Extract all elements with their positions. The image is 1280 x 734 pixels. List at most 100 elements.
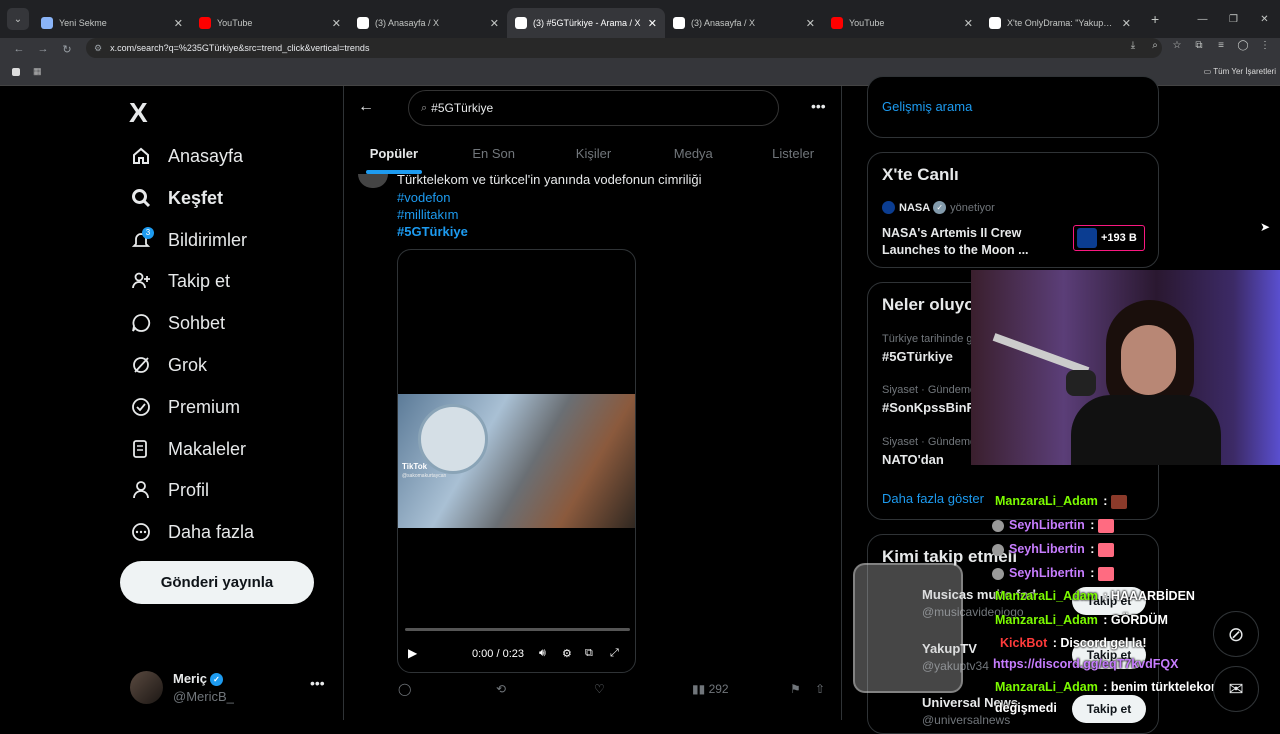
hashtag-link[interactable]: #millitakım bbox=[397, 207, 458, 222]
sidebar-item-sohbet[interactable]: Sohbet bbox=[130, 308, 225, 338]
live-listeners[interactable]: +193 B bbox=[1073, 225, 1145, 251]
search-tab[interactable]: En Son bbox=[444, 138, 544, 174]
back-arrow-icon[interactable]: ← bbox=[358, 98, 374, 116]
browser-tab[interactable]: (3) #5GTürkiye - Arama / X ✕ bbox=[507, 8, 665, 38]
settings-icon[interactable]: ⚙ bbox=[562, 647, 572, 660]
tab-close-icon[interactable]: ✕ bbox=[490, 17, 499, 30]
browser-tab[interactable]: YouTube ✕ bbox=[823, 8, 981, 38]
follow-icon bbox=[130, 270, 152, 292]
browser-tab[interactable]: (3) Anasayfa / X ✕ bbox=[665, 8, 823, 38]
chat-message: ManzaraLi_Adam : bbox=[995, 494, 1127, 509]
zoom-icon[interactable]: ⌕ bbox=[1144, 40, 1166, 51]
grok-float-button[interactable]: ⊘ bbox=[1213, 611, 1259, 657]
account-switcher[interactable]: Meriç ✓ @MericB_ ••• bbox=[130, 671, 330, 707]
search-tab[interactable]: Kişiler bbox=[544, 138, 644, 174]
search-tab[interactable]: Medya bbox=[643, 138, 743, 174]
chat-emote-icon bbox=[1097, 566, 1114, 581]
pip-icon[interactable]: ⧉ bbox=[585, 647, 593, 660]
chat-text: değişmedi bbox=[995, 701, 1057, 715]
chat-message: SeyhLibertin : bbox=[992, 542, 1114, 557]
trend-name[interactable]: #SonKpssBinR bbox=[882, 400, 976, 415]
tab-close-icon[interactable]: ✕ bbox=[174, 17, 183, 30]
live-stream-title[interactable]: NASA's Artemis II Crew Launches to the M… bbox=[882, 225, 1052, 259]
trend-name[interactable]: NATO'dan bbox=[882, 452, 944, 467]
chat-username: SeyhLibertin bbox=[1009, 518, 1085, 532]
search-options-icon[interactable]: ••• bbox=[811, 98, 826, 114]
volume-icon[interactable]: 🔊︎ bbox=[539, 647, 546, 660]
bookmark-icon[interactable]: ⚑ bbox=[790, 682, 801, 696]
browser-tab[interactable]: YouTube ✕ bbox=[191, 8, 349, 38]
play-icon[interactable]: ▶ bbox=[408, 646, 417, 660]
install-icon[interactable]: ⤓ bbox=[1122, 40, 1144, 51]
views-button[interactable]: ▮▮ 292 bbox=[692, 682, 729, 696]
tab-favicon-icon bbox=[831, 17, 843, 29]
extensions-icon[interactable]: ⧉ bbox=[1188, 40, 1210, 51]
search-icon bbox=[130, 187, 152, 209]
sidebar-item-daha-fazla[interactable]: Daha fazla bbox=[130, 517, 254, 547]
hashtag-link[interactable]: #vodefon bbox=[397, 190, 451, 205]
bookmark-app-icon[interactable] bbox=[12, 68, 20, 76]
sidebar-item-bildirimler[interactable]: 3 Bildirimler bbox=[130, 225, 247, 255]
search-input[interactable]: ⌕ #5GTürkiye bbox=[408, 90, 779, 126]
site-info-icon[interactable]: ⚙ bbox=[94, 43, 102, 54]
browser-tab[interactable]: X'te OnlyDrama: "YakupTV, ken ✕ bbox=[981, 8, 1139, 38]
sidebar-item-label: Anasayfa bbox=[168, 145, 244, 166]
search-tab[interactable]: Popüler bbox=[344, 138, 444, 174]
browser-tab[interactable]: (3) Anasayfa / X ✕ bbox=[349, 8, 507, 38]
forward-icon[interactable]: → bbox=[31, 43, 55, 55]
restore-icon[interactable]: ❐ bbox=[1218, 14, 1249, 25]
tab-close-icon[interactable]: ✕ bbox=[1122, 17, 1131, 30]
account-more-icon[interactable]: ••• bbox=[310, 675, 325, 691]
trend-name[interactable]: #5GTürkiye bbox=[882, 349, 953, 364]
sidebar-item-profil[interactable]: Profil bbox=[130, 475, 209, 505]
all-bookmarks-button[interactable]: ▭ Tüm Yer İşaretleri bbox=[1204, 67, 1276, 76]
tab-close-icon[interactable]: ✕ bbox=[648, 17, 657, 30]
sidebar-item-anasayfa[interactable]: Anasayfa bbox=[130, 141, 243, 171]
reload-icon[interactable]: ↻ bbox=[55, 43, 79, 56]
retweet-icon[interactable]: ⟲ bbox=[496, 682, 506, 696]
new-tab-button[interactable]: + bbox=[1151, 11, 1159, 27]
video-player[interactable]: TikTok @sakomakurtaycan ▶ 0:00 / 0:23 🔊︎… bbox=[397, 249, 636, 673]
follow-button[interactable]: Takip et bbox=[1072, 695, 1146, 723]
search-tab[interactable]: Listeler bbox=[743, 138, 843, 174]
tab-title: (3) #5GTürkiye - Arama / X bbox=[533, 18, 641, 28]
hashtag-link[interactable]: #5GTürkiye bbox=[397, 224, 468, 239]
back-icon[interactable]: ← bbox=[7, 43, 31, 55]
tab-close-icon[interactable]: ✕ bbox=[806, 17, 815, 30]
apps-grid-icon[interactable]: ▦ bbox=[33, 66, 43, 76]
tab-favicon-icon bbox=[673, 17, 685, 29]
tab-close-icon[interactable]: ✕ bbox=[332, 17, 341, 30]
advanced-search-link[interactable]: Gelişmiş arama bbox=[882, 99, 972, 114]
share-icon[interactable]: ⇧ bbox=[815, 682, 825, 696]
browser-menu-icon[interactable]: ⋮ bbox=[1254, 40, 1276, 51]
sidebar-item-keşfet[interactable]: Keşfet bbox=[130, 183, 223, 213]
sidebar-item-takip-et[interactable]: Takip et bbox=[130, 266, 230, 296]
post-button[interactable]: Gönderi yayınla bbox=[120, 561, 314, 604]
chat-message: SeyhLibertin : bbox=[992, 518, 1114, 533]
tab-close-icon[interactable]: ✕ bbox=[964, 17, 973, 30]
address-bar[interactable]: ⚙ x.com/search?q=%235GTürkiye&src=trend_… bbox=[86, 38, 1162, 58]
bookmark-star-icon[interactable]: ☆ bbox=[1166, 40, 1188, 51]
fullscreen-icon[interactable]: ⤢ bbox=[610, 647, 619, 660]
sidebar-item-premium[interactable]: Premium bbox=[130, 392, 240, 422]
account-name: Meriç bbox=[173, 671, 207, 686]
video-progress-bar[interactable] bbox=[405, 628, 630, 631]
close-window-icon[interactable]: ✕ bbox=[1249, 14, 1280, 25]
media-icon[interactable]: ≡ bbox=[1210, 40, 1232, 51]
browser-tab[interactable]: Yeni Sekme ✕ bbox=[33, 8, 191, 38]
video-scene bbox=[418, 404, 488, 474]
profile-avatar-icon[interactable]: ◯ bbox=[1232, 40, 1254, 51]
sidebar-item-makaleler[interactable]: Makaleler bbox=[130, 434, 246, 464]
chat-text: : bbox=[1099, 494, 1111, 508]
tab-search-button[interactable]: ⌄ bbox=[7, 8, 29, 30]
sidebar-item-grok[interactable]: Grok bbox=[130, 350, 207, 380]
show-more-link[interactable]: Daha fazla göster bbox=[882, 491, 984, 506]
messages-float-button[interactable]: ✉ bbox=[1213, 666, 1259, 712]
avatar bbox=[130, 671, 163, 704]
reply-icon[interactable]: ◯ bbox=[398, 682, 411, 696]
minimize-icon[interactable]: — bbox=[1187, 14, 1218, 25]
tweet-author-avatar[interactable] bbox=[358, 174, 388, 188]
like-icon[interactable]: ♡ bbox=[594, 682, 605, 696]
sidebar-item-label: Premium bbox=[168, 396, 241, 417]
x-logo[interactable]: X bbox=[129, 97, 148, 129]
